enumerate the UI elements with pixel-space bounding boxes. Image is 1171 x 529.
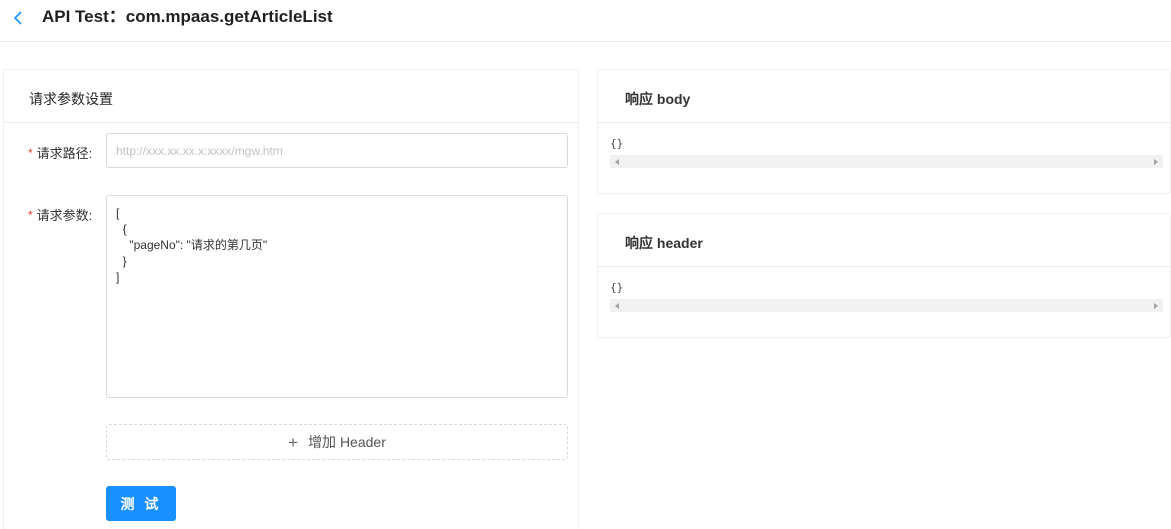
response-header-scrollbar[interactable]: [610, 299, 1163, 312]
response-body-title: 响应 body: [625, 91, 691, 107]
scroll-left-arrow-icon[interactable]: [615, 158, 619, 165]
page-title: API Test：com.mpaas.getArticleList: [42, 7, 333, 26]
request-settings-header: 请求参数设置: [4, 70, 578, 123]
response-header-panel: 响应 header {}: [597, 213, 1171, 338]
params-textarea[interactable]: [106, 195, 568, 398]
response-body-content: {}: [610, 137, 624, 150]
url-label-text: 请求路径:: [36, 146, 93, 161]
params-label-text: 请求参数:: [36, 208, 93, 223]
add-header-label: 增加 Header: [308, 434, 386, 450]
top-bar: API Test：com.mpaas.getArticleList: [0, 0, 1171, 42]
scroll-left-arrow-icon[interactable]: [615, 302, 619, 309]
required-mark: *: [28, 146, 33, 160]
chevron-left-icon[interactable]: [9, 9, 27, 27]
response-header-title: 响应 header: [625, 235, 703, 251]
test-button[interactable]: 测 试: [106, 486, 176, 521]
response-header-header: 响应 header: [598, 214, 1170, 267]
scroll-right-arrow-icon[interactable]: [1154, 302, 1158, 309]
response-header-content: {}: [610, 281, 624, 294]
response-body-scrollbar[interactable]: [610, 155, 1163, 168]
required-mark: *: [28, 208, 33, 222]
response-body-header: 响应 body: [598, 70, 1170, 123]
url-label: * 请求路径:: [28, 143, 92, 162]
plus-icon: +: [288, 432, 299, 452]
response-body-panel: 响应 body {}: [597, 69, 1171, 194]
params-label: * 请求参数:: [28, 205, 92, 224]
request-settings-title: 请求参数设置: [29, 91, 113, 107]
url-input[interactable]: [106, 133, 568, 168]
add-header-button[interactable]: + 增加 Header: [106, 424, 568, 460]
scroll-right-arrow-icon[interactable]: [1154, 158, 1158, 165]
